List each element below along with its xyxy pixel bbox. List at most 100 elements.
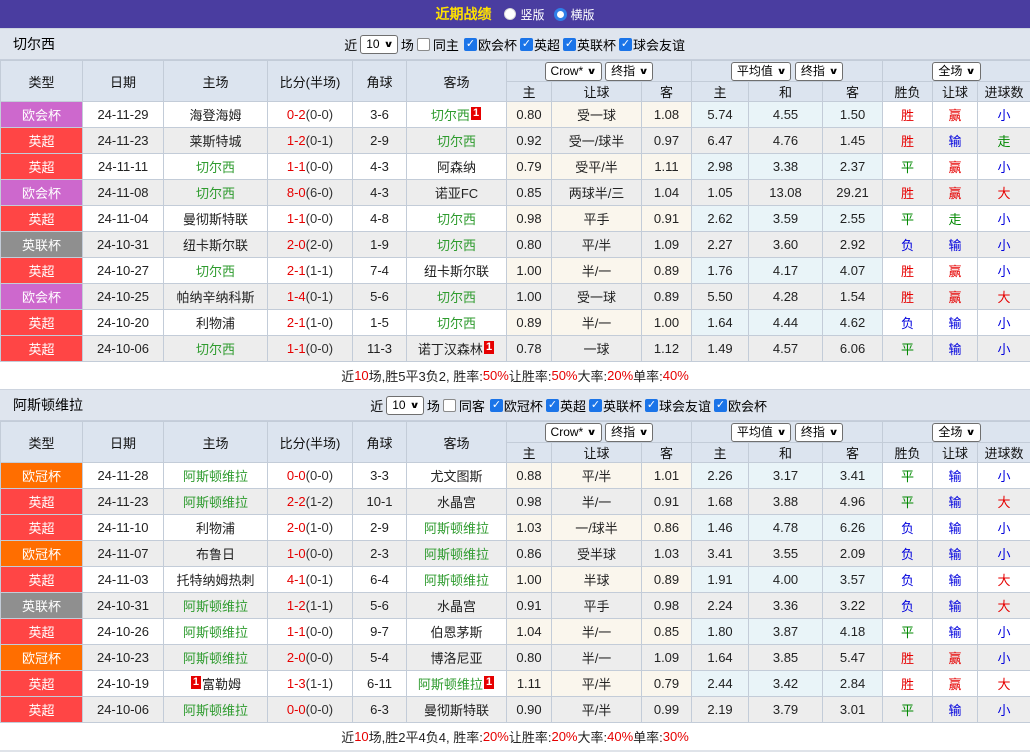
same-venue-checkbox[interactable]: [417, 38, 430, 51]
fulltime-score: 1-0: [287, 546, 306, 561]
avg-draw-odds: 3.17: [749, 463, 823, 489]
summary-text: 20%: [483, 729, 509, 744]
league-checkbox[interactable]: ✓: [645, 399, 658, 412]
result-goals: 大: [978, 671, 1030, 697]
halftime-score: (1-0): [306, 520, 333, 535]
crown-handicap: 平/半: [552, 232, 642, 258]
league-checkbox[interactable]: ✓: [546, 399, 559, 412]
fulltime-select[interactable]: 全场∨: [932, 62, 980, 81]
crown-away-odds: 1.03: [642, 541, 692, 567]
away-team-cell: 诺亚FC: [407, 180, 507, 206]
fulltime-score: 1-1: [287, 211, 306, 226]
filter-bar: 近 10∨ 场 同客 ✓欧冠杯✓英超✓英联杯✓球会友谊✓欧会杯: [370, 396, 769, 415]
home-team-cell: 利物浦: [164, 515, 268, 541]
avg-home-odds: 1.76: [692, 258, 749, 284]
col-header-odds-handicap: 让球: [552, 443, 642, 463]
team-name: 布鲁日: [196, 547, 235, 562]
league-checkbox[interactable]: ✓: [619, 38, 632, 51]
summary-text: 50%: [551, 368, 577, 383]
result-handicap: 赢: [933, 102, 978, 128]
odds-final-select[interactable]: 终指∨: [605, 62, 653, 81]
league-badge: 英超: [1, 310, 83, 336]
fulltime-value: 全场: [938, 64, 962, 79]
col-header-date: 日期: [83, 422, 164, 463]
halftime-score: (0-0): [306, 159, 333, 174]
result-handicap: 输: [933, 336, 978, 362]
crown-home-odds: 0.90: [507, 697, 552, 723]
crown-away-odds: 0.91: [642, 206, 692, 232]
match-date: 24-11-11: [83, 154, 164, 180]
corner-count: 7-4: [353, 258, 407, 284]
away-team-cell: 纽卡斯尔联: [407, 258, 507, 284]
avg-away-odds: 4.07: [823, 258, 883, 284]
crown-away-odds: 1.09: [642, 645, 692, 671]
summary-text: 50%: [483, 368, 509, 383]
league-checkbox[interactable]: ✓: [563, 38, 576, 51]
radio-unselected-icon[interactable]: [504, 8, 516, 20]
summary-text: 近: [341, 366, 354, 385]
team-name: 纽卡斯尔联: [424, 264, 489, 279]
layout-option-horizontal[interactable]: 横版: [554, 6, 595, 23]
avg-away-odds: 2.55: [823, 206, 883, 232]
crown-home-odds: 0.89: [507, 310, 552, 336]
odds-source-select[interactable]: Crow*∨: [545, 62, 602, 81]
summary-text: 20%: [551, 729, 577, 744]
team-name: 切尔西: [431, 108, 470, 123]
crown-home-odds: 1.00: [507, 284, 552, 310]
home-team-cell: 海登海姆: [164, 102, 268, 128]
team-name: 诺亚FC: [435, 186, 478, 201]
corner-count: 5-6: [353, 593, 407, 619]
league-checkbox[interactable]: ✓: [520, 38, 533, 51]
match-date: 24-11-28: [83, 463, 164, 489]
halftime-score: (0-1): [306, 572, 333, 587]
same-venue-label: 同客: [459, 396, 485, 415]
away-team-cell: 切尔西: [407, 128, 507, 154]
summary-chelsea: 近10场,胜5平3负2, 胜率:50% 让胜率:50% 大率:20% 单率:40…: [0, 362, 1030, 389]
odds-final-select[interactable]: 终指∨: [605, 423, 653, 442]
layout-option-vertical[interactable]: 竖版: [504, 6, 544, 23]
crown-handicap: 平/半: [552, 463, 642, 489]
crown-away-odds: 0.91: [642, 489, 692, 515]
match-count-select[interactable]: 10∨: [386, 396, 424, 415]
team-name: 阿森纳: [437, 160, 476, 175]
league-checkbox-label: 欧会杯: [728, 396, 767, 415]
avg-away-odds: 1.50: [823, 102, 883, 128]
average-final-select[interactable]: 终指∨: [795, 62, 843, 81]
fulltime-select[interactable]: 全场∨: [932, 423, 980, 442]
summary-text: 大率:: [578, 727, 608, 746]
corner-count: 3-6: [353, 102, 407, 128]
radio-selected-icon[interactable]: [554, 8, 567, 21]
result-wdl: 平: [883, 206, 933, 232]
league-filter-group: ✓欧冠杯✓英超✓英联杯✓球会友谊✓欧会杯: [490, 396, 769, 415]
league-checkbox[interactable]: ✓: [589, 399, 602, 412]
team-name: 阿斯顿维拉: [424, 547, 489, 562]
match-count-value: 10: [392, 398, 405, 413]
score-cell: 1-3(1-1): [268, 671, 353, 697]
average-select[interactable]: 平均值∨: [731, 423, 791, 442]
result-handicap: 赢: [933, 645, 978, 671]
col-header-goals-result: 进球数: [978, 443, 1030, 463]
result-goals: 小: [978, 310, 1030, 336]
chevron-down-icon: ∨: [383, 37, 393, 52]
league-checkbox[interactable]: ✓: [490, 399, 503, 412]
average-select[interactable]: 平均值∨: [731, 62, 791, 81]
result-wdl: 胜: [883, 258, 933, 284]
result-goals: 小: [978, 102, 1030, 128]
away-team-cell: 阿森纳: [407, 154, 507, 180]
avg-draw-odds: 4.28: [749, 284, 823, 310]
same-venue-checkbox[interactable]: [443, 399, 456, 412]
team-name: 阿斯顿维拉: [183, 703, 248, 718]
league-checkbox[interactable]: ✓: [714, 399, 727, 412]
league-checkbox-label: 球会友谊: [659, 396, 711, 415]
league-checkbox[interactable]: ✓: [464, 38, 477, 51]
result-handicap: 输: [933, 515, 978, 541]
result-goals: 小: [978, 232, 1030, 258]
average-final-select[interactable]: 终指∨: [795, 423, 843, 442]
corner-count: 5-4: [353, 645, 407, 671]
avg-home-odds: 1.49: [692, 336, 749, 362]
odds-source-select[interactable]: Crow*∨: [545, 423, 602, 442]
chevron-down-icon: ∨: [587, 64, 597, 79]
col-header-type: 类型: [1, 422, 83, 463]
match-count-select[interactable]: 10∨: [360, 35, 398, 54]
summary-text: 场,胜2平4负4, 胜率:: [369, 727, 483, 746]
